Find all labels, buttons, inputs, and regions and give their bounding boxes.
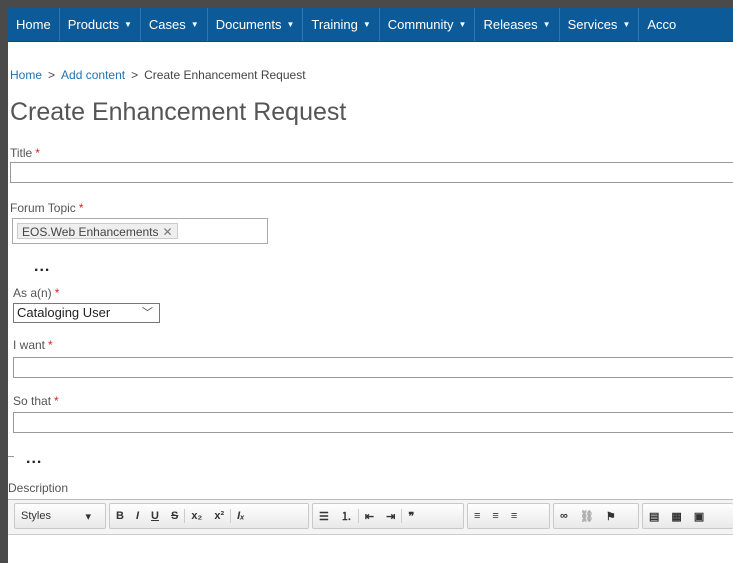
insert-group: ▤ ▦ ▣ bbox=[642, 503, 733, 529]
nav-item-products[interactable]: Products ▼ bbox=[60, 8, 141, 41]
forum-topic-tag: EOS.Web Enhancements ✕ bbox=[17, 223, 178, 239]
styles-dropdown[interactable]: Styles ▾ bbox=[14, 503, 106, 529]
superscript-button[interactable]: x² bbox=[208, 504, 230, 528]
align-center-icon[interactable]: ≡ bbox=[486, 504, 504, 528]
numbered-list-icon[interactable]: ⒈ bbox=[335, 504, 358, 528]
breadcrumb-separator: > bbox=[131, 68, 139, 82]
required-marker: * bbox=[54, 394, 59, 408]
divider bbox=[8, 456, 14, 457]
as-a-select[interactable]: Cataloging User ﹀ bbox=[13, 303, 160, 323]
top-navigation-bar: Home Products ▼ Cases ▼ Documents ▼ Trai… bbox=[8, 8, 733, 42]
nav-item-services[interactable]: Services ▼ bbox=[560, 8, 640, 41]
chevron-down-icon: ﹀ bbox=[142, 307, 153, 319]
nav-item-releases[interactable]: Releases ▼ bbox=[475, 8, 560, 41]
indent-icon[interactable]: ⇥ bbox=[380, 504, 401, 528]
caret-down-icon: ▼ bbox=[124, 20, 132, 29]
i-want-label-text: I want bbox=[13, 338, 46, 352]
nav-item-label: Acco bbox=[647, 17, 677, 32]
breadcrumb-current: Create Enhancement Request bbox=[144, 68, 306, 82]
caret-down-icon: ▼ bbox=[190, 20, 199, 29]
editor-toolbar: Styles ▾ B I U S x₂ x² Iₓ ☰ ⒈ ⇤ ⇥ ❞ ≡ ≡ … bbox=[8, 500, 733, 535]
field-group-ellipsis: ... bbox=[34, 258, 51, 275]
page-title: Create Enhancement Request bbox=[10, 98, 347, 126]
forum-topic-label-text: Forum Topic bbox=[10, 201, 76, 215]
forum-topic-tag-label: EOS.Web Enhancements bbox=[22, 225, 159, 239]
links-group: ∞ ⛓ ⚑ bbox=[553, 503, 639, 529]
nav-item-account[interactable]: Acco bbox=[639, 8, 684, 41]
image-icon[interactable]: ▣ bbox=[688, 504, 710, 528]
dropdown-arrow-icon: ▾ bbox=[85, 510, 91, 523]
subscript-button[interactable]: x₂ bbox=[185, 504, 208, 528]
required-marker: * bbox=[78, 201, 84, 215]
bold-button[interactable]: B bbox=[110, 504, 130, 528]
nav-item-label: Documents bbox=[215, 17, 282, 32]
nav-item-label: Cases bbox=[148, 17, 186, 32]
blockquote-icon[interactable]: ❞ bbox=[402, 504, 420, 528]
required-marker: * bbox=[48, 338, 53, 352]
so-that-label-text: So that bbox=[13, 394, 52, 408]
as-a-label-text: As a(n) bbox=[13, 286, 52, 300]
link-icon[interactable]: ∞ bbox=[554, 504, 574, 528]
page: Home Products ▼ Cases ▼ Documents ▼ Trai… bbox=[8, 8, 733, 563]
description-editor[interactable]: Styles ▾ B I U S x₂ x² Iₓ ☰ ⒈ ⇤ ⇥ ❞ ≡ ≡ … bbox=[8, 499, 733, 563]
as-a-selected-value: Cataloging User bbox=[17, 305, 111, 320]
nav-item-home[interactable]: Home bbox=[8, 8, 60, 41]
nav-item-documents[interactable]: Documents ▼ bbox=[208, 8, 304, 41]
bulleted-list-icon[interactable]: ☰ bbox=[313, 504, 335, 528]
nav-item-training[interactable]: Training ▼ bbox=[303, 8, 380, 41]
nav-item-label: Releases bbox=[483, 17, 538, 32]
nav-item-label: Home bbox=[16, 17, 51, 32]
remove-tag-icon[interactable]: ✕ bbox=[163, 225, 173, 239]
strikethrough-button[interactable]: S bbox=[165, 504, 184, 528]
remove-format-button[interactable]: Iₓ bbox=[231, 504, 250, 528]
underline-button[interactable]: U bbox=[145, 504, 165, 528]
caret-down-icon: ▼ bbox=[622, 20, 631, 29]
forum-topic-input[interactable]: EOS.Web Enhancements ✕ bbox=[12, 218, 268, 244]
paragraph-group: ☰ ⒈ ⇤ ⇥ ❞ bbox=[312, 503, 464, 529]
align-left-icon[interactable]: ≡ bbox=[468, 504, 486, 528]
caret-down-icon: ▼ bbox=[542, 20, 551, 29]
title-input[interactable] bbox=[10, 162, 733, 183]
breadcrumb-home-link[interactable]: Home bbox=[10, 68, 42, 82]
table-icon[interactable]: ▦ bbox=[665, 504, 687, 528]
breadcrumb-separator: > bbox=[48, 68, 56, 82]
unlink-icon[interactable]: ⛓ bbox=[574, 504, 600, 528]
horizontal-rule-icon[interactable]: ▤ bbox=[643, 504, 665, 528]
caret-down-icon: ▼ bbox=[286, 20, 295, 29]
so-that-input[interactable] bbox=[13, 412, 733, 433]
nav-item-label: Community bbox=[387, 17, 454, 32]
alignment-group: ≡ ≡ ≡ bbox=[467, 503, 550, 529]
nav-item-label: Training bbox=[311, 17, 358, 32]
i-want-input[interactable] bbox=[13, 357, 733, 378]
title-label-text: Title bbox=[10, 146, 33, 160]
nav-item-cases[interactable]: Cases ▼ bbox=[141, 8, 208, 41]
i-want-label: I want * bbox=[13, 338, 53, 352]
required-marker: * bbox=[35, 146, 40, 160]
field-group-ellipsis: ... bbox=[26, 450, 43, 467]
nav-item-label: Products bbox=[67, 17, 119, 32]
forum-topic-label: Forum Topic * bbox=[10, 201, 83, 215]
title-label: Title * bbox=[10, 146, 40, 160]
caret-down-icon: ▼ bbox=[458, 20, 467, 29]
caret-down-icon: ▼ bbox=[362, 20, 371, 29]
styles-label: Styles bbox=[21, 510, 51, 522]
breadcrumb-add-content-link[interactable]: Add content bbox=[61, 68, 125, 82]
nav-item-label: Services bbox=[567, 17, 618, 32]
outdent-icon[interactable]: ⇤ bbox=[359, 504, 380, 528]
required-marker: * bbox=[54, 286, 60, 300]
align-right-icon[interactable]: ≡ bbox=[505, 504, 523, 528]
anchor-flag-icon[interactable]: ⚑ bbox=[600, 504, 622, 528]
as-a-label: As a(n) * bbox=[13, 286, 59, 300]
breadcrumb: Home > Add content > Create Enhancement Requ… bbox=[10, 68, 306, 82]
styles-combo: Styles ▾ bbox=[15, 510, 97, 523]
nav-item-community[interactable]: Community ▼ bbox=[380, 8, 476, 41]
italic-button[interactable]: I bbox=[130, 504, 145, 528]
so-that-label: So that * bbox=[13, 394, 59, 408]
basic-styles-group: B I U S x₂ x² Iₓ bbox=[109, 503, 309, 529]
description-label: Description bbox=[8, 481, 69, 495]
